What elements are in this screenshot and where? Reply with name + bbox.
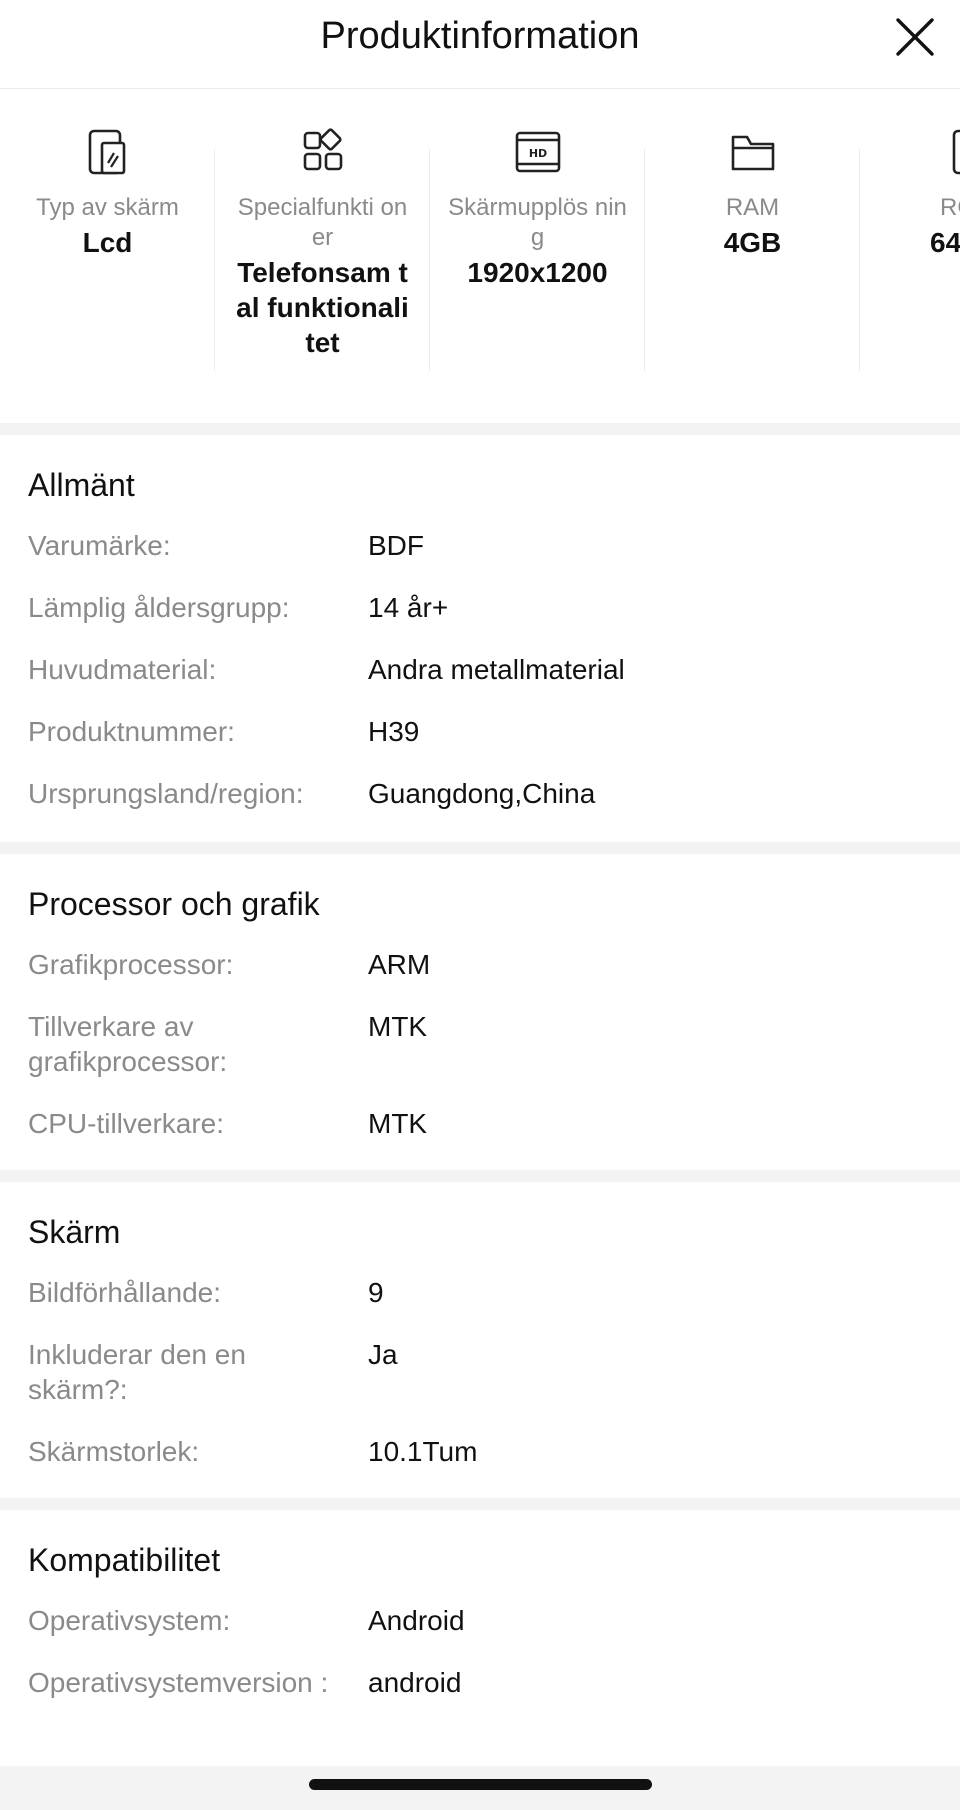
spec-value: ARM: [368, 949, 431, 980]
close-button[interactable]: [892, 14, 938, 60]
spec-label: Operativsystem:: [28, 1605, 231, 1636]
modal-header: Produktinformation: [0, 0, 960, 89]
highlight-label: Typ av skärm: [36, 194, 179, 221]
spec-value: Andra metallmaterial: [368, 654, 625, 685]
section-divider: [0, 1498, 960, 1510]
hd-resolution-icon: HD: [515, 131, 560, 173]
highlight-screen-type: Typ av skärm Lcd: [0, 89, 215, 423]
spec-label: Huvudmaterial:: [28, 654, 217, 685]
highlight-label: Skärmupplös ning: [448, 194, 627, 251]
section-title: Allmänt: [28, 467, 135, 503]
section-general: Allmänt Varumärke: BDF Lämplig åldersgru…: [0, 435, 960, 842]
spec-value: MTK: [368, 1108, 428, 1139]
spec-label: Ursprungsland/region:: [28, 778, 304, 809]
section-processor: Processor och grafik Grafikprocessor: AR…: [0, 854, 960, 1170]
spec-value: Android: [368, 1605, 465, 1636]
spec-label: CPU-tillverkare:: [28, 1108, 225, 1139]
special-functions-icon: [303, 128, 342, 171]
highlight-resolution: HD Skärmupplös ning 1920x1200: [430, 89, 645, 423]
highlight-ram: RAM 4GB: [645, 89, 860, 423]
section-screen: Skärm Bildförhållande: 9 Inkluderar den …: [0, 1182, 960, 1498]
spec-value: BDF: [368, 530, 424, 561]
highlight-rom: RO 64: [860, 89, 960, 423]
spec-label: Bildförhållande:: [28, 1277, 222, 1308]
section-title: Processor och grafik: [28, 886, 320, 922]
section-divider: [0, 842, 960, 854]
section-title: Kompatibilitet: [28, 1542, 221, 1578]
highlights-strip[interactable]: Typ av skärm Lcd Specialfunkti oner Tele…: [0, 89, 960, 423]
spec-label: Inkluderar den en skärm?:: [28, 1339, 246, 1405]
section-compatibility: Kompatibilitet Operativsystem: Android O…: [0, 1510, 960, 1766]
spec-value: MTK: [368, 1011, 428, 1042]
spec-value: H39: [368, 716, 420, 747]
folder-icon: [731, 135, 774, 171]
spec-label: Grafikprocessor:: [28, 949, 234, 980]
spec-label: Lämplig åldersgrupp:: [28, 592, 290, 623]
spec-value: 14 år+: [368, 592, 449, 623]
spec-value: Guangdong,China: [368, 778, 596, 809]
spec-label: Produktnummer:: [28, 716, 235, 747]
highlight-value: 1920x1200: [467, 257, 608, 288]
spec-label: Varumärke:: [28, 530, 171, 561]
highlight-value: 64: [930, 227, 960, 258]
svg-text:HD: HD: [528, 147, 546, 160]
highlight-special-functions: Specialfunkti oner Telefonsam tal funkti…: [215, 89, 430, 423]
spec-label: Skärmstorlek:: [28, 1436, 200, 1467]
highlight-label: RAM: [725, 194, 780, 221]
highlight-value: 4GB: [723, 227, 782, 258]
section-title: Skärm: [28, 1214, 121, 1250]
spec-label: Tillverkare av grafikprocessor:: [28, 1011, 228, 1077]
spec-label: Operativsystemversion :: [28, 1667, 329, 1698]
highlight-value: Telefonsam tal funktionali tet: [236, 257, 409, 358]
rom-icon: [952, 129, 960, 175]
section-divider: [0, 1170, 960, 1182]
highlight-label: Specialfunkti oner: [237, 194, 408, 251]
highlight-value: Lcd: [82, 227, 133, 258]
spec-value: Ja: [368, 1339, 398, 1370]
close-icon: [896, 18, 934, 56]
spec-value: 9: [368, 1277, 384, 1308]
section-divider: [0, 423, 960, 435]
page-title: Produktinformation: [320, 15, 640, 57]
spec-value: android: [368, 1667, 462, 1698]
highlight-label: RO: [940, 194, 960, 221]
screen-type-icon: [88, 129, 125, 175]
home-indicator[interactable]: [309, 1779, 652, 1790]
spec-value: 10.1Tum: [368, 1436, 478, 1467]
